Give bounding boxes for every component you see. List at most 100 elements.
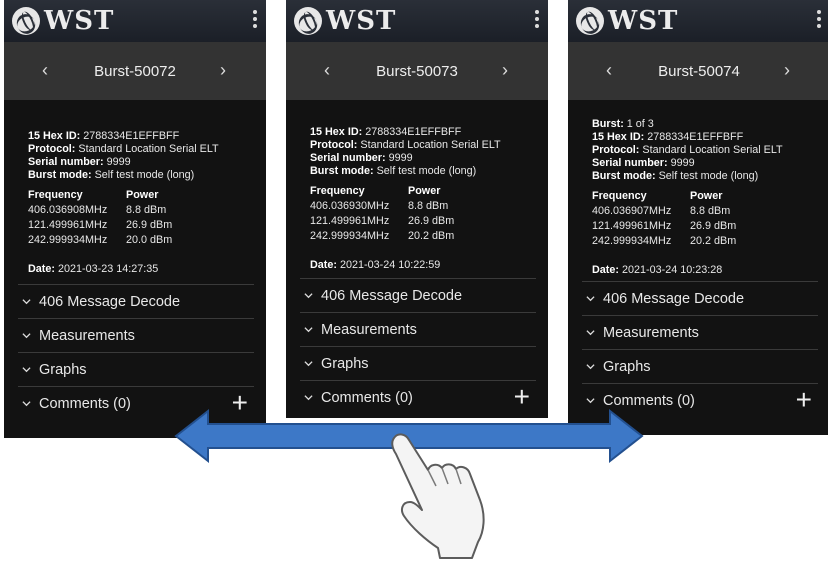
kebab-menu-icon[interactable]: [816, 10, 822, 32]
frequency-cell: 406.036907MHz: [592, 205, 672, 217]
table-row: 121.499961MHz 26.9 dBm: [310, 214, 548, 229]
chevron-right-icon[interactable]: ›: [502, 60, 508, 81]
burst-info: 15 Hex ID: 2788334E1EFFBFF Protocol: Sta…: [286, 100, 548, 272]
plus-icon[interactable]: +: [796, 386, 812, 414]
logo-text: WST: [608, 6, 679, 36]
globe-icon: [294, 7, 322, 35]
chevron-down-icon: [22, 299, 31, 305]
protocol-value: Standard Location Serial ELT: [642, 144, 783, 156]
frequency-cell: 121.499961MHz: [592, 220, 672, 232]
plus-icon[interactable]: +: [514, 383, 530, 411]
pointing-hand-icon: [391, 433, 485, 559]
logo-text: WST: [326, 6, 397, 36]
power-cell: 20.2 dBm: [408, 230, 455, 242]
phone-screen-3: WST ‹ Burst-50074 › Burst: 1 of 3 15 Hex…: [568, 0, 828, 435]
chevron-down-icon: [586, 330, 595, 336]
section-label: Comments (0): [321, 389, 413, 406]
frequency-header: Frequency: [592, 190, 647, 202]
protocol-label: Protocol:: [592, 144, 640, 156]
power-header: Power: [690, 190, 723, 202]
table-row: 121.499961MHz 26.9 dBm: [28, 218, 266, 233]
frequency-cell: 242.999934MHz: [310, 230, 390, 242]
burst-navigator: ‹ Burst-50072 ›: [4, 42, 266, 100]
table-row: 242.999934MHz 20.2 dBm: [310, 229, 548, 244]
serial-label: Serial number:: [28, 156, 104, 168]
power-cell: 26.9 dBm: [126, 219, 173, 231]
table-row: 121.499961MHz 26.9 dBm: [592, 219, 828, 234]
frequency-cell: 121.499961MHz: [28, 219, 108, 231]
kebab-menu-icon[interactable]: [252, 10, 258, 32]
hex-id-value: 2788334E1EFFBFF: [365, 126, 462, 138]
burst-title: Burst-50073: [376, 62, 458, 80]
burst-navigator: ‹ Burst-50074 ›: [568, 42, 828, 100]
section-label: Measurements: [39, 327, 135, 344]
date-label: Date:: [592, 264, 619, 276]
frequency-table: Frequency Power 406.036907MHz 8.8 dBm 121.…: [592, 189, 828, 249]
section-message-decode[interactable]: 406 Message Decode: [18, 284, 254, 318]
frequency-cell: 242.999934MHz: [28, 234, 108, 246]
chevron-down-icon: [586, 364, 595, 370]
chevron-right-icon[interactable]: ›: [784, 60, 790, 81]
table-row: 242.999934MHz 20.2 dBm: [592, 234, 828, 249]
power-cell: 20.0 dBm: [126, 234, 173, 246]
globe-icon: [12, 7, 40, 35]
chevron-down-icon: [22, 333, 31, 339]
section-label: Measurements: [603, 324, 699, 341]
section-label: Graphs: [321, 355, 369, 372]
app-header: WST: [568, 0, 828, 42]
section-message-decode[interactable]: 406 Message Decode: [582, 281, 818, 315]
mode-label: Burst mode:: [310, 165, 374, 177]
kebab-menu-icon[interactable]: [534, 10, 540, 32]
power-cell: 26.9 dBm: [690, 220, 737, 232]
frequency-cell: 242.999934MHz: [592, 235, 672, 247]
date-label: Date:: [310, 259, 337, 271]
section-graphs[interactable]: Graphs: [18, 352, 254, 386]
chevron-down-icon: [304, 327, 313, 333]
power-cell: 8.8 dBm: [690, 205, 731, 217]
chevron-right-icon[interactable]: ›: [220, 60, 226, 81]
hex-id-label: 15 Hex ID:: [28, 130, 81, 142]
protocol-label: Protocol:: [28, 143, 76, 155]
chevron-down-icon: [304, 395, 313, 401]
section-label: Measurements: [321, 321, 417, 338]
chevron-left-icon[interactable]: ‹: [324, 60, 330, 81]
wst-logo: WST: [576, 6, 678, 36]
power-cell: 8.8 dBm: [126, 204, 167, 216]
date-value: 2021-03-24 10:23:28: [622, 264, 723, 276]
hex-id-label: 15 Hex ID:: [310, 126, 363, 138]
section-label: Comments (0): [603, 392, 695, 409]
power-header: Power: [126, 189, 159, 201]
serial-label: Serial number:: [592, 157, 668, 169]
phone-screen-2: WST ‹ Burst-50073 › 15 Hex ID: 2788334E1…: [286, 0, 548, 418]
section-measurements[interactable]: Measurements: [18, 318, 254, 352]
serial-value: 9999: [670, 157, 695, 169]
chevron-left-icon[interactable]: ‹: [42, 60, 48, 81]
chevron-down-icon: [304, 293, 313, 299]
section-message-decode[interactable]: 406 Message Decode: [300, 278, 536, 312]
serial-label: Serial number:: [310, 152, 386, 164]
hex-id-value: 2788334E1EFFBFF: [83, 130, 180, 142]
serial-value: 9999: [388, 152, 413, 164]
globe-icon: [576, 7, 604, 35]
section-graphs[interactable]: Graphs: [300, 346, 536, 380]
section-label: Comments (0): [39, 395, 131, 412]
section-label: Graphs: [603, 358, 651, 375]
serial-value: 9999: [106, 156, 131, 168]
protocol-label: Protocol:: [310, 139, 358, 151]
frequency-cell: 121.499961MHz: [310, 215, 390, 227]
protocol-value: Standard Location Serial ELT: [360, 139, 501, 151]
section-graphs[interactable]: Graphs: [582, 349, 818, 383]
burst-info: 15 Hex ID: 2788334E1EFFBFF Protocol: Sta…: [4, 100, 266, 276]
chevron-down-icon: [22, 401, 31, 407]
section-label: 406 Message Decode: [39, 293, 181, 310]
hex-id-label: 15 Hex ID:: [592, 131, 645, 143]
frequency-header: Frequency: [310, 185, 365, 197]
section-measurements[interactable]: Measurements: [300, 312, 536, 346]
section-label: Graphs: [39, 361, 87, 378]
section-measurements[interactable]: Measurements: [582, 315, 818, 349]
chevron-left-icon[interactable]: ‹: [606, 60, 612, 81]
table-row: 406.036930MHz 8.8 dBm: [310, 199, 548, 214]
frequency-table: Frequency Power 406.036908MHz 8.8 dBm 121.…: [28, 188, 266, 248]
table-row: 406.036907MHz 8.8 dBm: [592, 204, 828, 219]
mode-label: Burst mode:: [28, 169, 92, 181]
